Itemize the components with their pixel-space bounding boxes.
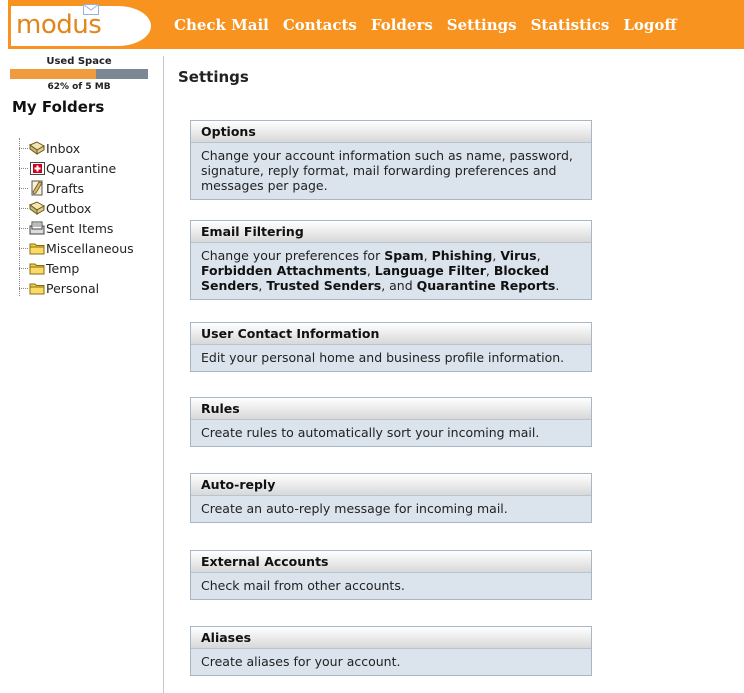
folder-item-sent-items[interactable]: Sent Items (19, 218, 113, 238)
envelope-icon (83, 4, 99, 15)
section-options-link[interactable]: Options (191, 121, 591, 143)
folder-item-miscellaneous[interactable]: Miscellaneous (19, 238, 134, 258)
filter-option-virus: Virus (500, 248, 537, 263)
folder-item-inbox[interactable]: Inbox (19, 138, 80, 158)
page-title: Settings (178, 68, 249, 86)
folder-label: Drafts (46, 180, 85, 196)
section-email-filtering-link[interactable]: Email Filtering (191, 221, 591, 243)
filter-option-phishing: Phishing (431, 248, 493, 263)
section-email-filtering: Email Filtering Change your preferences … (190, 220, 592, 300)
section-auto-reply: Auto-reply Create an auto-reply message … (190, 473, 592, 523)
section-user-contact-information: User Contact Information Edit your perso… (190, 322, 592, 372)
filter-option-forbidden-attachments: Forbidden Attachments (201, 263, 367, 278)
section-aliases-link[interactable]: Aliases (191, 627, 591, 649)
section-user-contact-link[interactable]: User Contact Information (191, 323, 591, 345)
used-space-fill (10, 69, 96, 79)
folder-label: Temp (46, 260, 80, 276)
folder-item-quarantine[interactable]: Quarantine (19, 158, 116, 178)
logo[interactable]: modus (8, 0, 166, 49)
folder-item-drafts[interactable]: Drafts (19, 178, 84, 198)
nav-check-mail[interactable]: Check Mail (174, 16, 269, 34)
filter-option-quarantine-reports: Quarantine Reports (416, 278, 556, 293)
folder-icon (29, 260, 45, 276)
filter-option-trusted-senders: Trusted Senders (266, 278, 382, 293)
folder-icon (29, 240, 45, 256)
outbox-icon (29, 200, 45, 216)
folder-label: Outbox (46, 200, 92, 216)
inbox-icon (29, 140, 45, 156)
section-description: Edit your personal home and business pro… (201, 350, 565, 365)
filter-option-language-filter: Language Filter (374, 263, 486, 278)
folder-label: Personal (46, 280, 100, 296)
section-description: Create an auto-reply message for incomin… (201, 501, 508, 516)
used-space-text: 62% of 5 MB (47, 82, 111, 92)
section-description: Change your account information such as … (201, 148, 573, 193)
filter-option-spam: Spam (384, 248, 424, 263)
section-rules: Rules Create rules to automatically sort… (190, 397, 592, 447)
section-external-accounts: External Accounts Check mail from other … (190, 550, 592, 600)
used-space-label: Used Space (46, 56, 112, 67)
folder-label: Inbox (46, 140, 81, 156)
nav-settings[interactable]: Settings (447, 16, 517, 34)
folder-item-personal[interactable]: Personal (19, 278, 99, 298)
folder-label: Sent Items (46, 220, 114, 236)
section-auto-reply-link[interactable]: Auto-reply (191, 474, 591, 496)
section-rules-link[interactable]: Rules (191, 398, 591, 420)
section-description: Check mail from other accounts. (201, 578, 405, 593)
section-external-accounts-link[interactable]: External Accounts (191, 551, 591, 573)
folder-item-outbox[interactable]: Outbox (19, 198, 91, 218)
section-aliases: Aliases Create aliases for your account. (190, 626, 592, 676)
sent-items-icon (29, 220, 45, 236)
used-space-bar (10, 69, 148, 79)
folder-icon (29, 280, 45, 296)
section-options: Options Change your account information … (190, 120, 592, 200)
section-description: Create rules to automatically sort your … (201, 425, 540, 440)
section-description: Change your preferences for Spam, Phishi… (201, 248, 560, 293)
section-description: Create aliases for your account. (201, 654, 401, 669)
nav-logoff[interactable]: Logoff (623, 16, 676, 34)
nav-statistics[interactable]: Statistics (531, 16, 610, 34)
quarantine-icon (29, 160, 45, 176)
my-folders-heading: My Folders (12, 98, 105, 116)
nav-folders[interactable]: Folders (371, 16, 433, 34)
sidebar: Used Space 62% of 5 MB My Folders Inbox … (8, 56, 164, 693)
nav-contacts[interactable]: Contacts (283, 16, 357, 34)
drafts-icon (29, 180, 45, 196)
folder-label: Quarantine (46, 160, 117, 176)
main-nav: Check Mail Contacts Folders Settings Sta… (174, 0, 691, 49)
folder-item-temp[interactable]: Temp (19, 258, 79, 278)
folder-label: Miscellaneous (46, 240, 134, 256)
top-header: modus Check Mail Contacts Folders Settin… (8, 0, 744, 49)
